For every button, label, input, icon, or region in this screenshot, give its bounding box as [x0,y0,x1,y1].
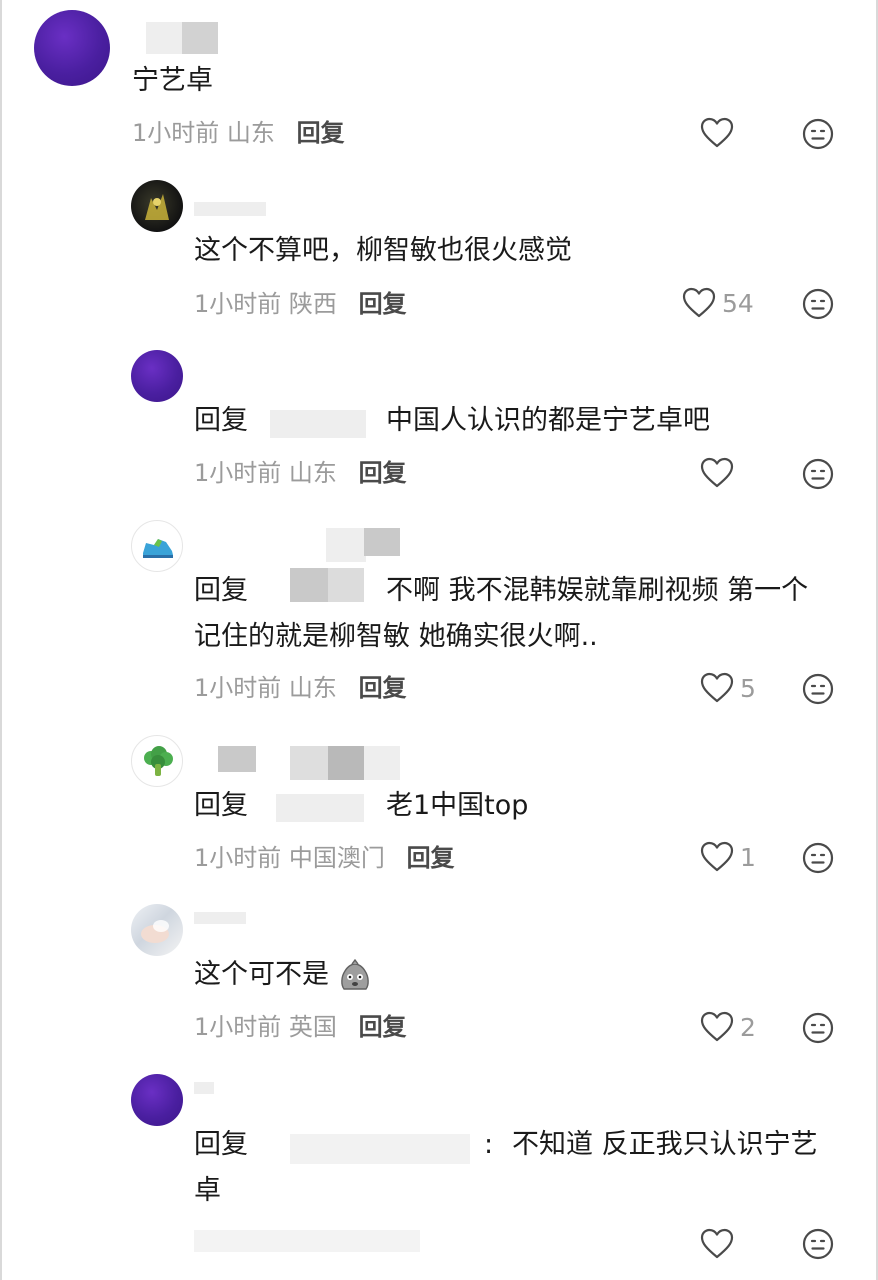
like-button[interactable] [700,1228,734,1260]
comment-meta-redacted [194,1228,424,1262]
mentioned-user[interactable] [264,406,374,440]
reply-prefix: 回复 [194,575,248,606]
neutral-face-icon[interactable] [802,458,834,490]
location: 中国澳门 [288,844,385,872]
timestamp: 1小时前 [132,119,220,147]
neutral-face-icon[interactable] [802,1012,834,1044]
broccoli-icon [144,746,173,776]
comment-meta: 1小时前 山东 回复 [132,118,345,148]
like-count: 5 [740,673,756,703]
comment-text: 中国人认识的都是宁艺卓吧 [386,405,710,436]
comment-text: 宁艺卓 [132,65,213,96]
timestamp: 1小时前 [194,290,282,318]
like-button[interactable]: 1 [700,841,756,873]
mentioned-user[interactable] [272,566,372,602]
like-button[interactable]: 54 [682,287,754,319]
reply-prefix: 回复 [194,790,248,821]
sneaker-icon [143,539,173,558]
mentioned-user[interactable] [266,1130,476,1164]
avatar-image [145,194,169,220]
like-button[interactable]: 2 [700,1011,756,1043]
comment-text-line2: 记住的就是柳智敏 她确实很火啊.. [194,621,598,652]
reply-button[interactable]: 回复 [359,1013,407,1041]
reply-button[interactable]: 回复 [407,844,455,872]
username[interactable] [194,906,254,940]
comment-text-row: 回复 [194,570,248,612]
reply-button[interactable]: 回复 [359,290,407,318]
username[interactable] [134,20,224,54]
timestamp: 1小时前 [194,1013,282,1041]
comment-text: 不知道 反正我只认识宁艺 [512,1129,818,1160]
comment-text-row: 回复 [194,1124,248,1166]
heart-outline-icon [682,287,716,318]
heart-outline-icon [700,841,734,872]
location: 陕西 [288,290,337,318]
timestamp: 1小时前 [194,844,282,872]
like-button[interactable] [700,117,734,149]
comment-text: 这个可不是 [194,959,329,990]
location: 山东 [288,674,337,702]
reply-button[interactable]: 回复 [359,459,407,487]
location: 英国 [288,1013,337,1041]
username[interactable] [218,744,402,780]
comment-colon: : [484,1129,494,1160]
username[interactable] [194,196,274,230]
neutral-face-icon[interactable] [802,673,834,705]
reply-button[interactable]: 回复 [297,119,345,147]
comment-text-row: 这个可不是 [194,954,372,996]
mentioned-user[interactable] [266,790,376,824]
comment-meta: 1小时前 陕西 回复 [194,289,407,319]
comment-meta: 1小时前 中国澳门 回复 [194,843,455,873]
like-button[interactable]: 5 [700,672,756,704]
reply-prefix: 回复 [194,405,248,436]
avatar[interactable] [34,10,110,86]
comment-meta: 1小时前 山东 回复 [194,458,407,488]
heart-outline-icon [700,1228,734,1259]
timestamp: 1小时前 [194,674,282,702]
location: 山东 [226,119,275,147]
comment-text: 不啊 我不混韩娱就靠刷视频 第一个 [386,575,809,606]
avatar[interactable] [131,735,183,787]
heart-outline-icon [700,457,734,488]
avatar[interactable] [131,520,183,572]
avatar[interactable] [131,904,183,956]
like-count: 2 [740,1012,756,1042]
comment-text: 老1中国top [386,790,529,821]
location: 山东 [288,459,337,487]
neutral-face-icon[interactable] [802,842,834,874]
reply-button[interactable]: 回复 [359,674,407,702]
comment-text-row: 回复 [194,785,248,827]
heart-outline-icon [700,672,734,703]
grimace-emoji-icon [340,958,369,990]
neutral-face-icon[interactable] [802,1228,834,1260]
comment-list: 宁艺卓 1小时前 山东 回复 这个不算吧，柳智敏也很火感觉 1小时前 陕西 回复… [0,0,878,1280]
like-count: 54 [722,288,754,318]
avatar[interactable] [131,1074,183,1126]
username[interactable] [194,1076,234,1110]
like-button[interactable] [700,457,734,489]
neutral-face-icon[interactable] [802,118,834,150]
avatar[interactable] [131,180,183,232]
username[interactable] [256,528,402,562]
comment-meta: 1小时前 山东 回复 [194,673,407,703]
heart-outline-icon [700,117,734,148]
avatar-image [141,920,169,943]
comment-text-line2: 卓 [194,1175,221,1206]
reply-prefix: 回复 [194,1129,248,1160]
heart-outline-icon [700,1011,734,1042]
neutral-face-icon[interactable] [802,288,834,320]
like-count: 1 [740,842,756,872]
comment-meta: 1小时前 英国 回复 [194,1012,407,1042]
comment-text-row: 回复 [194,400,248,442]
timestamp: 1小时前 [194,459,282,487]
comment-text: 这个不算吧，柳智敏也很火感觉 [194,235,572,266]
avatar[interactable] [131,350,183,402]
